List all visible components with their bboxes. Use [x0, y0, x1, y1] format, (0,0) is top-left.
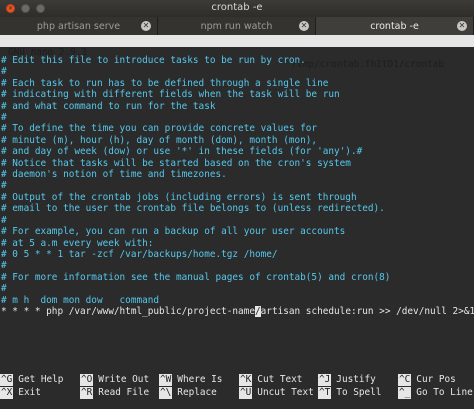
editor-line: # — [1, 283, 7, 295]
nano-header: GNU nano 2.9.3 /tmp/crontab.fhItD1/cront… — [0, 35, 474, 70]
window-title: crontab -e — [211, 2, 263, 13]
shortcut-item: ^J Justify — [318, 374, 376, 386]
editor-line: # Edit this file to introduce tasks to b… — [1, 55, 306, 66]
tab-npm-run-watch[interactable]: npm run watch ✕ — [158, 17, 316, 35]
shortcut-label: Uncut Text — [257, 387, 314, 398]
shortcut-key: ^J — [318, 374, 332, 386]
editor-line: # Each task to run has to be defined thr… — [1, 77, 329, 89]
editor-line: # at 5 a.m every week with: — [1, 237, 154, 249]
shortcut-key: ^K — [239, 374, 253, 386]
title-bar: ✕ crontab -e — [0, 0, 474, 17]
cron-text: artisan schedule:run >> /dev/null 2>&1 — [260, 305, 474, 317]
shortcut-key: ^G — [0, 374, 14, 386]
shortcut-label: Cur Pos — [416, 374, 456, 385]
editor-line: # For more information see the manual pa… — [1, 271, 391, 283]
shortcut-item: ^G Get Help — [0, 374, 63, 386]
close-icon[interactable]: ✕ — [299, 21, 309, 31]
tab-php-artisan-serve[interactable]: php artisan serve ✕ — [0, 17, 158, 35]
tab-label: php artisan serve — [36, 20, 121, 32]
shortcut-item: ^_ Go To Line — [398, 387, 473, 399]
editor-line: # 0 5 * * 1 tar -zcf /var/backups/home.t… — [1, 248, 278, 260]
editor-line: # indicating with different fields when … — [1, 89, 340, 101]
editor-line: # Notice that tasks will be started base… — [1, 157, 351, 169]
tab-crontab[interactable]: crontab -e ✕ — [316, 17, 474, 35]
tab-label: npm run watch — [200, 20, 273, 32]
editor-line: # and day of week (dow) or use '*' in th… — [1, 146, 363, 158]
editor-area[interactable]: # Edit this file to introduce tasks to b… — [0, 55, 474, 365]
shortcut-key: ^X — [0, 387, 14, 399]
shortcut-label: Read File — [98, 387, 150, 398]
shortcut-item: ^W Where Is — [159, 374, 222, 386]
shortcut-label: To Spell — [336, 387, 382, 398]
shortcut-label: Justify — [336, 374, 376, 385]
editor-line: # — [1, 260, 7, 272]
shortcut-item: ^X Exit — [0, 387, 41, 399]
shortcut-label: Write Out — [98, 374, 150, 385]
shortcut-label: Get Help — [18, 374, 64, 385]
shortcut-label: Cut Text — [257, 374, 303, 385]
shortcut-key: ^T — [318, 387, 332, 399]
shortcut-key: ^C — [398, 374, 412, 386]
shortcut-bar: ^G Get Help ^X Exit ^O Write Out ^R Read File ^W… — [0, 374, 474, 400]
editor-line: # minute (m), hour (h), day of month (do… — [1, 134, 318, 146]
tab-label: crontab -e — [370, 20, 419, 32]
shortcut-key: ^O — [80, 374, 94, 386]
shortcut-key: ^U — [239, 387, 253, 399]
editor-line: # email to the user the crontab file bel… — [1, 203, 385, 215]
editor-line: # daemon's notion of time and timezones. — [1, 169, 227, 181]
cron-text: * * * * php /var/www/html_public/project… — [1, 305, 255, 317]
shortcut-key: ^R — [80, 387, 94, 399]
shortcut-key: ^W — [159, 374, 173, 386]
editor-line: # — [1, 112, 7, 124]
editor-line: # To define the time you can provide con… — [1, 123, 318, 135]
tab-bar: php artisan serve ✕ npm run watch ✕ cron… — [0, 17, 474, 35]
shortcut-key: ^_ — [398, 387, 412, 399]
editor-line: # and what command to run for the task — [1, 100, 216, 112]
shortcut-label: Exit — [18, 387, 41, 398]
close-icon[interactable]: ✕ — [457, 21, 467, 31]
editor-line: # — [1, 66, 7, 78]
shortcut-item: ^R Read File — [80, 387, 149, 399]
shortcut-label: Replace — [177, 387, 217, 398]
editor-line: # — [1, 180, 7, 192]
shortcut-item: ^U Uncut Text — [239, 387, 314, 399]
shortcut-item: ^C Cur Pos — [398, 374, 456, 386]
shortcut-key: ^\ — [159, 387, 173, 399]
close-icon[interactable]: ✕ — [141, 21, 151, 31]
shortcut-item: ^O Write Out — [80, 374, 149, 386]
shortcut-item: ^T To Spell — [318, 387, 381, 399]
shortcut-item: ^K Cut Text — [239, 374, 302, 386]
editor-line-cron-entry: * * * * php /var/www/html_public/project… — [0, 305, 474, 318]
shortcut-label: Where Is — [177, 374, 223, 385]
shortcut-item: ^\ Replace — [159, 387, 217, 399]
editor-line: # m h dom mon dow command — [1, 294, 160, 306]
editor-line: # — [1, 214, 7, 226]
editor-line: # For example, you can run a backup of a… — [1, 226, 346, 238]
shortcut-label: Go To Line — [416, 387, 473, 398]
editor-line: # Output of the crontab jobs (including … — [1, 191, 357, 203]
